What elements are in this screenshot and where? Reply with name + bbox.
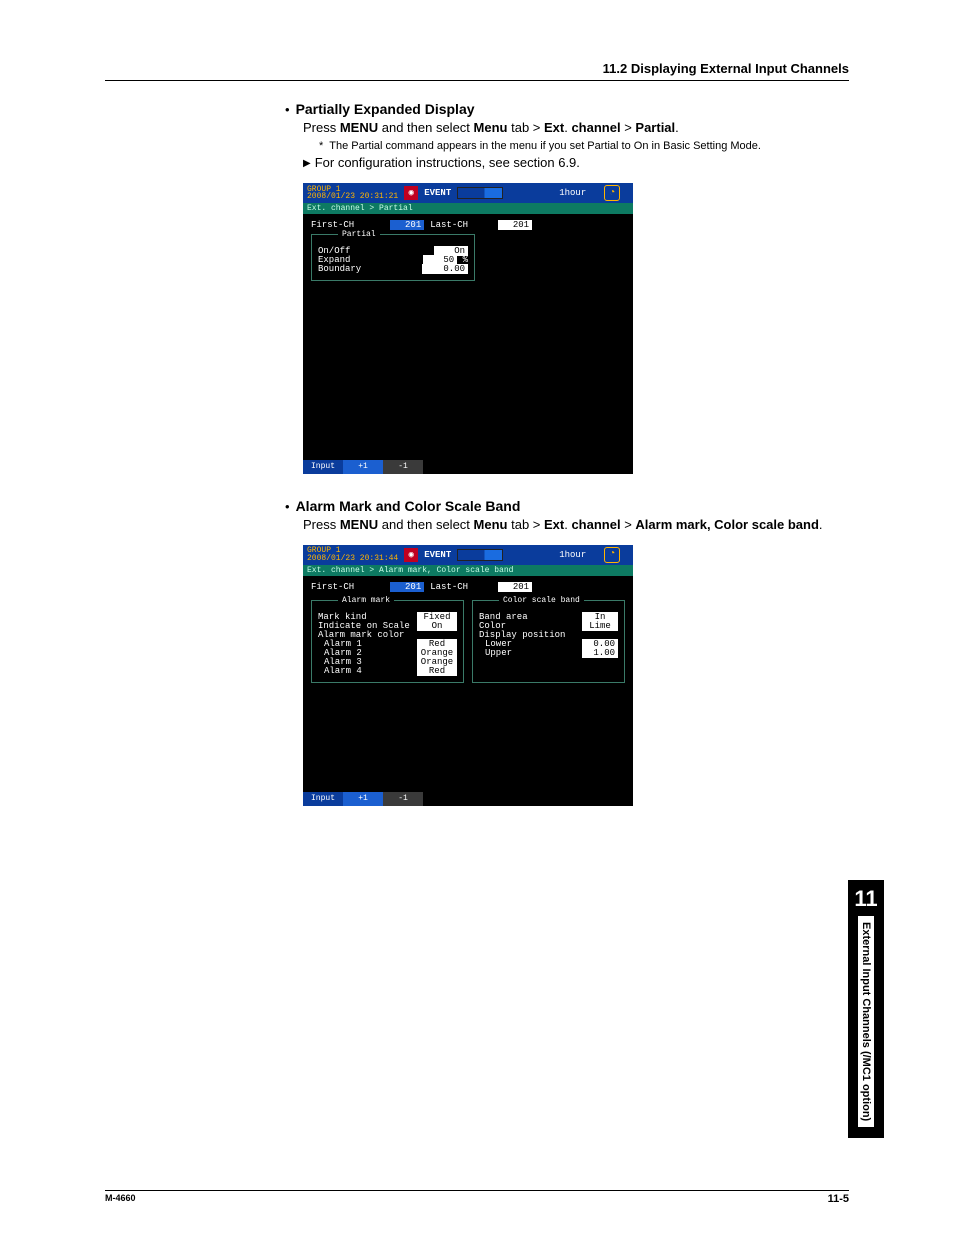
partial-title: Partially Expanded Display [296,101,475,117]
input-button[interactable]: Input [303,792,343,806]
page-number: 11-5 [828,1193,849,1205]
bullet-dot: • [285,498,290,516]
section-header: 11.2 Displaying External Input Channels [603,61,849,76]
first-ch-value[interactable]: 201 [390,220,424,230]
shot2-body: First-CH 201 Last-CH 201 Alarm mark Mark… [303,576,633,792]
chapter-title: External Input Channels (/MC1 option) [858,916,874,1127]
group-datetime: GROUP 1 2008/01/23 20:31:44 [307,547,398,561]
minus-button[interactable]: -1 [383,792,423,806]
channel-row: First-CH 201 Last-CH 201 [311,582,625,592]
shot2-footer: Input +1 -1 [303,792,633,806]
boundary-value[interactable]: 0.00 [422,264,468,274]
shot1-footer: Input +1 -1 [303,460,633,474]
config-ref-row: ▶ For configuration instructions, see se… [303,155,849,173]
clock-icon: ◔ [604,547,620,563]
duration-label: 1hour [559,188,586,198]
indicate-value[interactable]: On [417,621,457,631]
alarm4-value[interactable]: Red [417,666,457,676]
partial-fieldset: Partial On/OffOn Expand50 % Boundary0.00 [311,234,475,281]
plus-button[interactable]: +1 [343,460,383,474]
shot1-header: GROUP 1 2008/01/23 20:31:21 ◉ EVENT 1hou… [303,183,633,203]
first-ch-value[interactable]: 201 [390,582,424,592]
alarm-mark-fieldset: Alarm mark Mark kindFixed Indicate on Sc… [311,600,464,683]
partial-instruction: Press MENU and then select Menu tab > Ex… [303,119,849,137]
triangle-icon: ▶ [303,155,311,173]
doc-id: M-4660 [105,1193,136,1205]
event-label: EVENT [424,550,451,560]
page-header: 11.2 Displaying External Input Channels [105,60,849,81]
bullet-alarm: • Alarm Mark and Color Scale Band [285,498,849,516]
duration-label: 1hour [559,550,586,560]
record-icon: ◉ [404,548,418,562]
shot2-header: GROUP 1 2008/01/23 20:31:44 ◉ EVENT 1hou… [303,545,633,565]
channel-row: First-CH 201 Last-CH 201 [311,220,625,230]
chapter-number: 11 [848,880,884,916]
group-datetime: GROUP 1 2008/01/23 20:31:21 [307,186,398,200]
alarm-title: Alarm Mark and Color Scale Band [296,498,521,514]
shot2-breadcrumb: Ext. channel > Alarm mark, Color scale b… [303,565,633,576]
clock-icon: ◔ [604,185,620,201]
upper-value[interactable]: 1.00 [582,648,618,658]
main-content: • Partially Expanded Display Press MENU … [285,101,849,806]
alarm-instruction: Press MENU and then select Menu tab > Ex… [303,516,849,534]
screenshot-alarm: GROUP 1 2008/01/23 20:31:44 ◉ EVENT 1hou… [303,545,633,806]
page-footer: M-4660 11-5 [105,1190,849,1205]
shot1-breadcrumb: Ext. channel > Partial [303,203,633,214]
input-button[interactable]: Input [303,460,343,474]
event-bar [457,549,503,561]
band-color-value[interactable]: Lime [582,621,618,631]
asterisk: * [319,139,323,153]
partial-note: * The Partial command appears in the men… [319,139,849,153]
bullet-partial: • Partially Expanded Display [285,101,849,119]
minus-button[interactable]: -1 [383,460,423,474]
plus-button[interactable]: +1 [343,792,383,806]
last-ch-value[interactable]: 201 [498,582,532,592]
event-label: EVENT [424,188,451,198]
chapter-tab: 11 External Input Channels (/MC1 option) [848,880,884,1138]
event-bar [457,187,503,199]
shot1-body: First-CH 201 Last-CH 201 Partial On/OffO… [303,214,633,460]
record-icon: ◉ [404,186,418,200]
color-scale-fieldset: Color scale band Band areaIn ColorLime D… [472,600,625,683]
last-ch-value[interactable]: 201 [498,220,532,230]
screenshot-partial: GROUP 1 2008/01/23 20:31:21 ◉ EVENT 1hou… [303,183,633,474]
bullet-dot: • [285,101,290,119]
